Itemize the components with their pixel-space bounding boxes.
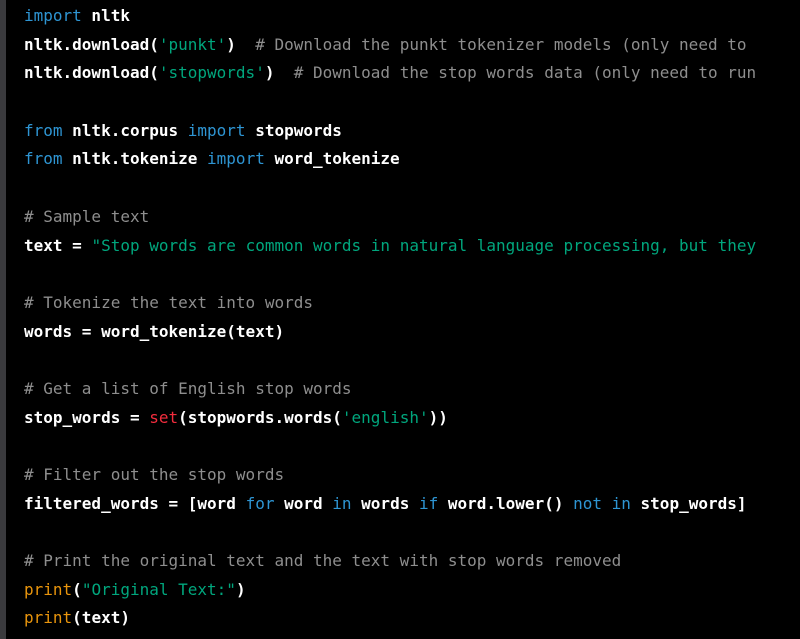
builtin-token: print: [24, 608, 73, 628]
keyword-token: not: [573, 493, 602, 513]
comment-token: # Print the original text and the text w…: [24, 551, 622, 571]
identifier-token: word: [274, 493, 333, 513]
code-content[interactable]: import nltk nltk.download('punkt') # Down…: [24, 2, 756, 633]
identifier-token: stop_words =: [24, 407, 150, 427]
identifier-token: nltk.corpus: [62, 120, 188, 140]
keyword-token: if: [418, 493, 439, 513]
code-line: # Filter out the stop words: [24, 461, 756, 490]
code-line: # Print the original text and the text w…: [24, 547, 756, 576]
identifier-token: [602, 494, 612, 513]
string-token: 'punkt': [158, 34, 227, 54]
keyword-token: import: [24, 6, 82, 25]
keyword-token: import: [207, 149, 265, 169]
comment-token: # Tokenize the text into words: [24, 292, 313, 312]
string-token: 'stopwords': [158, 63, 265, 83]
code-line: # Sample text: [24, 203, 756, 232]
identifier-token: ): [264, 63, 294, 83]
identifier-token: (text): [72, 608, 130, 628]
identifier-token: )): [428, 407, 448, 427]
code-viewer-frame: import nltk nltk.download('punkt') # Down…: [0, 0, 800, 639]
identifier-token: ): [226, 34, 256, 54]
code-line: import nltk: [24, 2, 756, 31]
code-line: # Get a list of English stop words: [24, 375, 756, 404]
comment-token: # Download the punkt tokenizer models (o…: [255, 34, 747, 54]
string-token: "Stop words are common words in natural …: [91, 235, 757, 255]
code-line: nltk.download('stopwords') # Download th…: [24, 59, 756, 88]
string-token: 'english': [341, 407, 429, 427]
string-token: "Original Text:": [81, 579, 236, 599]
identifier-token: word.lower(): [438, 493, 574, 513]
keyword-token: in: [611, 493, 631, 513]
identifier-token: filtered_words = [word: [24, 493, 246, 513]
builtin-token: print: [24, 579, 73, 599]
keyword-token: import: [187, 120, 246, 140]
identifier-token: text =: [24, 235, 92, 255]
identifier-token: stop_words]: [630, 493, 747, 513]
code-line: nltk.download('punkt') # Download the pu…: [24, 31, 756, 60]
code-line: text = "Stop words are common words in n…: [24, 232, 756, 261]
code-line: # Tokenize the text into words: [24, 289, 756, 318]
code-line: print("Original Text:"): [24, 576, 756, 605]
identifier-token: (: [72, 579, 82, 599]
code-line: print(text): [24, 604, 756, 633]
comment-token: # Get a list of English stop words: [24, 378, 352, 398]
identifier-token: ): [235, 579, 246, 599]
code-line: from nltk.corpus import stopwords: [24, 117, 756, 146]
keyword-token: for: [245, 493, 275, 513]
identifier-token: nltk.download(: [24, 34, 159, 54]
code-line: from nltk.tokenize import word_tokenize: [24, 145, 756, 174]
identifier-token: words: [351, 493, 419, 513]
keyword-token: from: [24, 149, 63, 169]
code-line: stop_words = set(stopwords.words('englis…: [24, 404, 756, 433]
identifier-token: (stopwords.words(: [178, 407, 342, 427]
keyword-token: from: [24, 120, 63, 140]
code-line: words = word_tokenize(text): [24, 318, 756, 347]
identifier-token: stopwords: [245, 120, 342, 140]
builtin-token: set: [149, 407, 179, 427]
identifier-token: words = word_tokenize(text): [24, 321, 285, 341]
identifier-token: nltk.download(: [24, 63, 159, 83]
comment-token: # Download the stop words data (only nee…: [293, 63, 757, 83]
code-line: filtered_words = [word for word in words…: [24, 490, 756, 519]
identifier-token: word_tokenize: [264, 149, 400, 169]
keyword-token: in: [332, 493, 352, 513]
code-block[interactable]: import nltk nltk.download('punkt') # Down…: [6, 0, 800, 639]
comment-token: # Filter out the stop words: [24, 465, 285, 484]
identifier-token: nltk: [81, 6, 130, 25]
identifier-token: nltk.tokenize: [62, 149, 208, 169]
comment-token: # Sample text: [24, 206, 150, 226]
